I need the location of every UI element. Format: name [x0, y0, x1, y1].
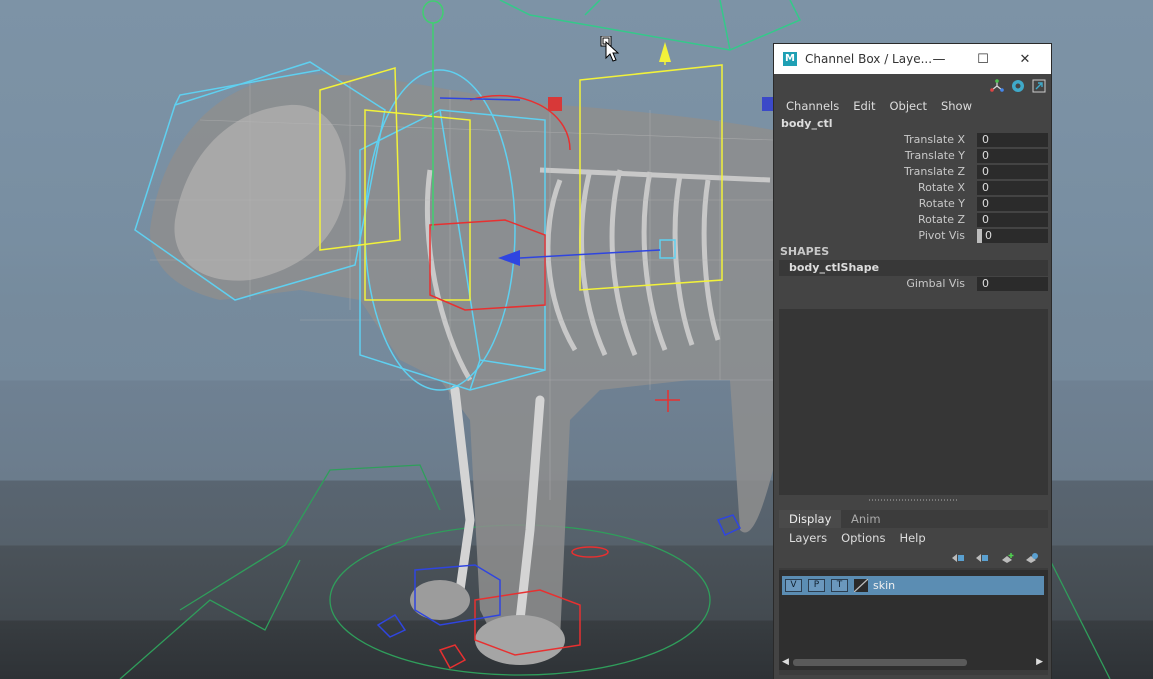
shape-node-name[interactable]: body_ctlShape	[779, 260, 1048, 276]
channel-box-empty-area	[779, 309, 1048, 495]
close-button[interactable]: ✕	[1003, 44, 1047, 74]
tab-anim[interactable]: Anim	[841, 510, 891, 528]
mouse-pointer-icon	[600, 35, 622, 65]
attr-label: Rotate Y	[918, 197, 965, 210]
menu-edit[interactable]: Edit	[853, 99, 875, 113]
attr-value-field[interactable]: 0	[977, 229, 1048, 243]
menu-channels[interactable]: Channels	[786, 99, 839, 113]
scroll-left-icon[interactable]: ◀	[782, 657, 789, 667]
attr-value-field[interactable]: 0	[977, 133, 1048, 147]
layer-toolbar	[779, 548, 1048, 568]
attr-value-field[interactable]: 0	[977, 181, 1048, 195]
create-layer-from-selected-icon[interactable]	[1025, 552, 1039, 564]
attr-value-field[interactable]: 0	[977, 277, 1048, 291]
layer-visibility-toggle[interactable]: V	[785, 579, 802, 592]
attribute-list: Translate X 0 Translate Y 0 Translate Z …	[774, 132, 1051, 244]
selected-object-name[interactable]: body_ctl	[774, 116, 1051, 132]
window-title: Channel Box / Laye...	[805, 52, 933, 66]
attr-value-field[interactable]: 0	[977, 197, 1048, 211]
move-layer-down-icon[interactable]	[975, 552, 989, 564]
attr-label: Pivot Vis	[918, 229, 965, 242]
attr-row-rotate-x[interactable]: Rotate X 0	[774, 180, 1051, 196]
attr-label: Rotate X	[917, 181, 965, 194]
layer-editor-menubar: Layers Options Help	[779, 528, 1048, 548]
attr-row-pivot-vis[interactable]: Pivot Vis 0	[774, 228, 1051, 244]
layer-row-skin[interactable]: V P T skin	[782, 576, 1044, 595]
attr-label: Translate X	[904, 133, 965, 146]
layer-display-type-toggle[interactable]: T	[831, 579, 848, 592]
attr-row-rotate-y[interactable]: Rotate Y 0	[774, 196, 1051, 212]
channel-box-toolbar	[774, 74, 1051, 96]
move-layer-up-icon[interactable]	[951, 552, 965, 564]
scrollbar-thumb[interactable]	[793, 659, 967, 666]
layer-editor-tabs: Display Anim	[779, 510, 1048, 528]
minimize-button[interactable]: —	[917, 44, 961, 74]
tab-display[interactable]: Display	[779, 510, 842, 528]
layer-editor: Display Anim Layers Options Help V P T s…	[779, 510, 1048, 675]
layer-playback-toggle[interactable]: P	[808, 579, 825, 592]
layer-list-hscrollbar[interactable]: ◀ ▶	[779, 656, 1048, 668]
attr-value-field[interactable]: 0	[977, 165, 1048, 179]
menu-options[interactable]: Options	[841, 531, 885, 545]
attr-row-translate-y[interactable]: Translate Y 0	[774, 148, 1051, 164]
attribute-editor-icon[interactable]	[990, 79, 1004, 93]
attr-label: Gimbal Vis	[906, 277, 965, 290]
panel-split-handle[interactable]	[869, 499, 957, 501]
attr-row-translate-x[interactable]: Translate X 0	[774, 132, 1051, 148]
maximize-button[interactable]: ☐	[961, 44, 1005, 74]
create-layer-icon[interactable]	[1001, 552, 1015, 564]
scroll-right-icon[interactable]: ▶	[1036, 657, 1043, 667]
menu-object[interactable]: Object	[890, 99, 927, 113]
menu-help[interactable]: Help	[899, 531, 925, 545]
channel-box-menubar: Channels Edit Object Show	[774, 96, 1051, 116]
attr-value-field[interactable]: 0	[977, 149, 1048, 163]
layer-name[interactable]: skin	[873, 579, 895, 592]
attr-row-gimbal-vis[interactable]: Gimbal Vis 0	[774, 276, 1051, 292]
attr-value-field[interactable]: 0	[977, 213, 1048, 227]
attr-row-rotate-z[interactable]: Rotate Z 0	[774, 212, 1051, 228]
channel-box-window: M Channel Box / Laye... — ☐ ✕ Channels E…	[773, 43, 1052, 679]
attr-row-translate-z[interactable]: Translate Z 0	[774, 164, 1051, 180]
shapes-section-header: SHAPES	[780, 245, 830, 258]
attr-label: Rotate Z	[917, 213, 965, 226]
window-titlebar[interactable]: M Channel Box / Laye... — ☐ ✕	[774, 44, 1051, 74]
attr-label: Translate Y	[904, 149, 965, 162]
layer-list: V P T skin ◀ ▶	[779, 570, 1048, 670]
attr-label: Translate Z	[904, 165, 965, 178]
maya-logo-icon: M	[783, 52, 797, 66]
layer-color-swatch[interactable]	[854, 579, 868, 592]
expand-panel-icon[interactable]	[1032, 79, 1046, 93]
menu-layers[interactable]: Layers	[789, 531, 827, 545]
menu-show[interactable]: Show	[941, 99, 972, 113]
tool-settings-icon[interactable]	[1011, 79, 1025, 93]
